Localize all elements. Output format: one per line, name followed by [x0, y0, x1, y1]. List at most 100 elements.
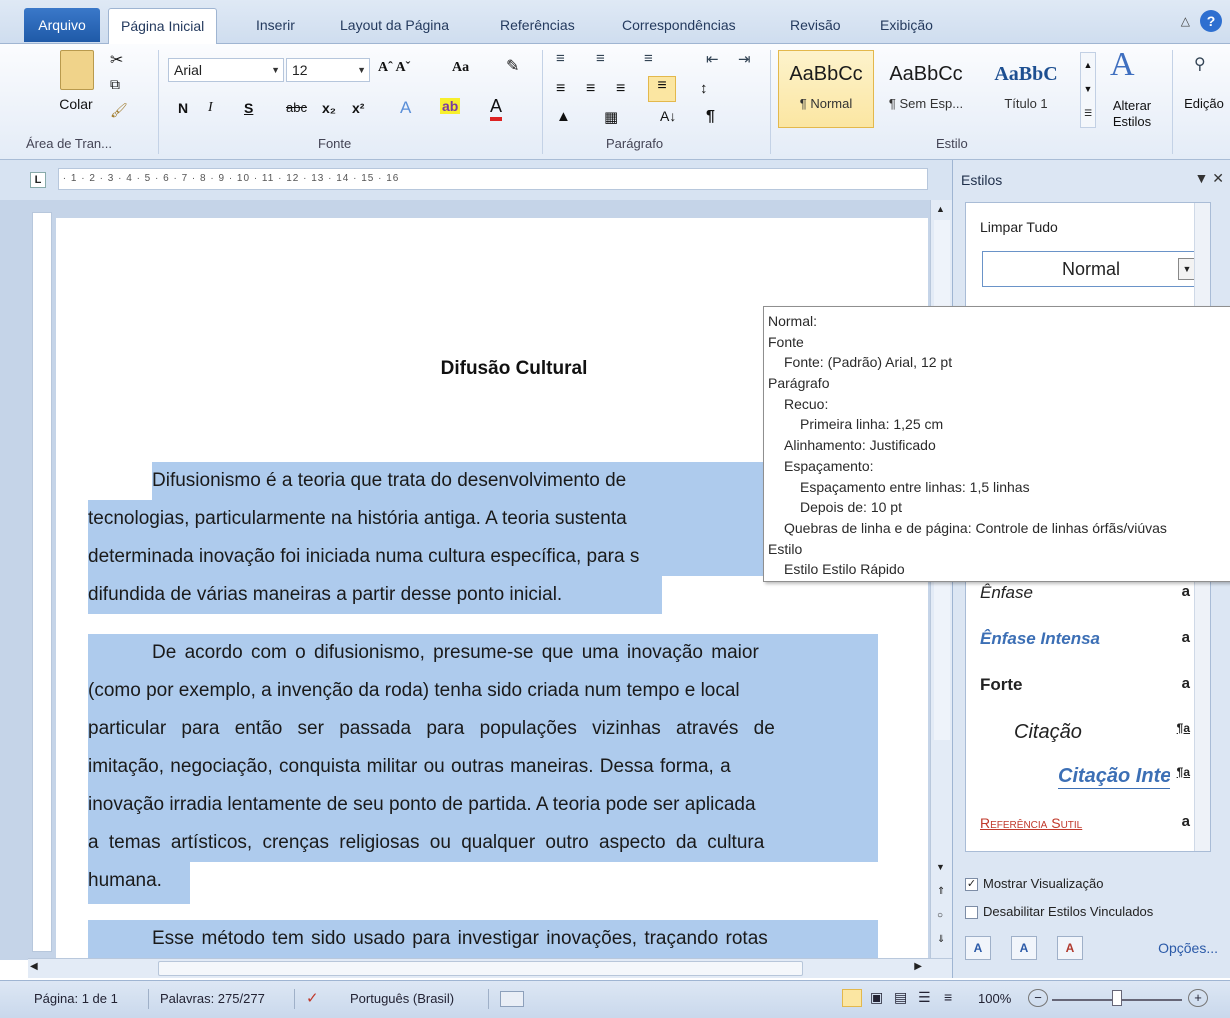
tab-revisao[interactable]: Revisão	[778, 10, 853, 40]
tab-arquivo[interactable]: Arquivo	[24, 8, 100, 42]
paragraph-1[interactable]: Difusionismo é a teoria que trata do des…	[88, 462, 878, 614]
scroll-down-icon[interactable]: ▼	[936, 862, 945, 872]
zoom-slider-thumb[interactable]	[1112, 990, 1122, 1006]
scroll-up-icon[interactable]: ▲	[936, 204, 945, 214]
increase-indent-icon[interactable]: ⇥	[738, 50, 751, 68]
tab-exibicao[interactable]: Exibição	[868, 10, 945, 40]
text-effects-icon[interactable]: A	[400, 98, 411, 118]
tab-pagina-inicial[interactable]: Página Inicial	[108, 8, 218, 45]
cut-icon[interactable]: ✂	[110, 50, 123, 70]
divider	[148, 989, 149, 1009]
numbering-icon[interactable]: ≡	[596, 50, 605, 67]
strikethrough-button[interactable]: abc	[286, 100, 307, 115]
editing-button[interactable]: Edição	[1180, 96, 1228, 111]
decrease-indent-icon[interactable]: ⇤	[706, 50, 719, 68]
align-center-icon[interactable]: ≡	[586, 80, 595, 98]
clear-format-icon[interactable]: ✎	[506, 56, 519, 76]
font-family-combo[interactable]: Arial ▼	[168, 58, 284, 82]
align-left-icon[interactable]: ≡	[556, 80, 565, 98]
tab-layout[interactable]: Layout da Página	[328, 10, 461, 40]
clear-all-item[interactable]: Limpar Tudo	[980, 219, 1058, 235]
zoom-in-icon[interactable]: +	[1188, 989, 1208, 1007]
shading-icon[interactable]: ▲	[556, 108, 571, 125]
tooltip-line: Depois de: 10 pt	[800, 499, 902, 516]
horizontal-ruler[interactable]: · 1 · 2 · 3 · 4 · 5 · 6 · 7 · 8 · 9 · 10…	[58, 168, 928, 190]
sort-icon[interactable]: A↓	[660, 108, 676, 124]
grow-font-button[interactable]: Aˆ Aˇ	[378, 60, 410, 76]
font-group-label: Fonte	[318, 136, 352, 151]
line-spacing-icon[interactable]: ↕	[700, 80, 708, 97]
format-painter-icon[interactable]: 🖌	[110, 102, 128, 119]
char-style-mark: a	[1181, 629, 1190, 646]
macro-icon[interactable]	[500, 991, 524, 1007]
copy-icon[interactable]: ⧉	[110, 76, 120, 93]
bold-button[interactable]: N	[178, 100, 188, 116]
highlight-icon[interactable]: ab	[440, 98, 461, 114]
font-size-combo[interactable]: 12 ▼	[286, 58, 370, 82]
tab-referencias[interactable]: Referências	[488, 10, 587, 40]
tab-selector[interactable]: L	[30, 172, 46, 188]
checkbox-checked-icon[interactable]: ✓	[965, 878, 978, 892]
align-right-icon[interactable]: ≡	[616, 80, 625, 98]
paragraph-3[interactable]: Esse método tem sido usado para investig…	[88, 920, 878, 958]
bullets-icon[interactable]: ≡	[556, 50, 565, 67]
disable-linked-checkbox[interactable]: Desabilitar Estilos Vinculados	[965, 904, 1153, 920]
subscript-button[interactable]: x₂	[322, 100, 336, 116]
borders-icon[interactable]: ▦	[604, 108, 618, 126]
show-marks-icon[interactable]: ¶	[706, 108, 715, 126]
paragraph-2[interactable]: De acordo com o difusionismo, presume-se…	[88, 634, 878, 904]
style-inspector-button[interactable]: A	[1011, 936, 1037, 960]
proofing-icon[interactable]: ✓	[306, 989, 319, 1007]
normal-style-item[interactable]: Normal ▼	[982, 251, 1200, 287]
style-sem-espacamento[interactable]: AaBbCc ¶ Sem Esp...	[878, 50, 974, 128]
style-titulo-1[interactable]: AaBbC Título 1	[978, 50, 1074, 128]
change-case-button[interactable]: Aa	[452, 60, 469, 76]
browse-object-icon[interactable]: ○	[937, 910, 943, 921]
manage-styles-button[interactable]: A	[1057, 936, 1083, 960]
style-item-citacao-intensa[interactable]: Citação Inte	[1058, 765, 1170, 789]
vertical-ruler[interactable]	[32, 212, 52, 952]
style-item-referencia-sutil[interactable]: Referência Sutil	[980, 815, 1180, 831]
justify-icon[interactable]: ≡	[648, 76, 676, 102]
find-icon[interactable]: ⚲	[1194, 54, 1206, 74]
show-preview-checkbox[interactable]: ✓ Mostrar Visualização	[965, 876, 1103, 892]
change-styles-icon[interactable]: A	[1110, 46, 1135, 84]
style-item-forte[interactable]: Forte	[980, 675, 1180, 695]
prev-page-icon[interactable]: ⇑	[937, 886, 945, 897]
scroll-thumb[interactable]	[158, 961, 803, 976]
style-normal[interactable]: AaBbCc ¶ Normal	[778, 50, 874, 128]
checkbox-unchecked-icon[interactable]	[965, 906, 978, 920]
scroll-right-icon[interactable]: ▶	[914, 961, 922, 972]
outline-icon[interactable]: ☰	[918, 989, 931, 1006]
scroll-left-icon[interactable]: ◀	[30, 961, 38, 972]
style-item-enfase-intensa[interactable]: Ênfase Intensa	[980, 629, 1180, 649]
collapse-ribbon-icon[interactable]: △	[1181, 14, 1190, 28]
close-icon[interactable]: ▼ ✕	[1195, 170, 1224, 187]
next-page-icon[interactable]: ⇓	[937, 934, 945, 945]
underline-button[interactable]: S	[244, 100, 253, 116]
zoom-out-icon[interactable]: −	[1028, 989, 1048, 1007]
tab-correspondencias[interactable]: Correspondências	[610, 10, 748, 40]
zoom-level[interactable]: 100%	[978, 991, 1011, 1006]
draft-icon[interactable]: ≡	[944, 989, 952, 1005]
gallery-scroll[interactable]: ▲ ▼ ☰	[1080, 52, 1096, 128]
font-color-icon[interactable]: A	[490, 96, 503, 121]
options-link[interactable]: Opções...	[1158, 940, 1218, 956]
help-icon[interactable]: ?	[1200, 10, 1222, 32]
print-layout-icon[interactable]	[842, 989, 862, 1007]
horizontal-scrollbar[interactable]: ◀ ▶	[28, 958, 952, 978]
full-screen-icon[interactable]: ▣	[870, 989, 883, 1006]
page-count[interactable]: Página: 1 de 1	[34, 991, 118, 1006]
language[interactable]: Português (Brasil)	[350, 991, 454, 1006]
tab-inserir[interactable]: Inserir	[244, 10, 307, 40]
paste-button[interactable]: Colar	[56, 96, 96, 112]
superscript-button[interactable]: x²	[352, 100, 364, 116]
italic-button[interactable]: I	[208, 100, 213, 116]
multilevel-list-icon[interactable]: ≡	[644, 50, 653, 67]
web-layout-icon[interactable]: ▤	[894, 989, 907, 1006]
word-count[interactable]: Palavras: 275/277	[160, 991, 265, 1006]
new-style-button[interactable]: A	[965, 936, 991, 960]
paste-icon[interactable]	[60, 50, 94, 90]
change-styles-button[interactable]: Alterar Estilos	[1100, 98, 1164, 130]
style-item-enfase[interactable]: Ênfase	[980, 583, 1180, 603]
